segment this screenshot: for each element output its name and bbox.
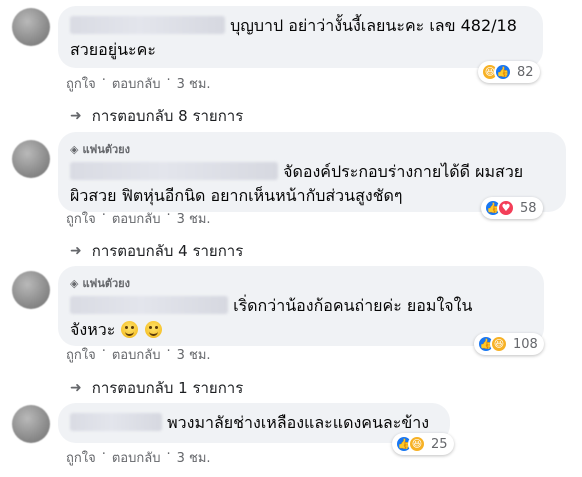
comment-text-line: จัดองค์ประกอบร่างกายได้ดี ผมสวย <box>70 160 554 184</box>
separator-dot: · <box>101 447 106 462</box>
timestamp[interactable]: 3 ชม. <box>177 208 211 229</box>
comment-actions: ถูกใจ · ตอบกลับ · 3 ชม. <box>66 73 211 94</box>
reaction-summary[interactable]: 👍 😆 25 <box>392 433 454 455</box>
comment-text-line: เริ่ดกว่าน้องก้อคนถ่ายค่ะ ยอมใจใน <box>70 294 532 318</box>
reply-arrow-icon: ➜ <box>70 243 82 259</box>
comment-actions: ถูกใจ · ตอบกลับ · 3 ชม. <box>66 208 211 229</box>
like-link[interactable]: ถูกใจ <box>66 344 96 365</box>
smile-emoji-icon <box>144 321 162 338</box>
view-replies-link[interactable]: ➜ การตอบกลับ 1 รายการ <box>70 376 243 400</box>
replies-count-label: การตอบกลับ 8 รายการ <box>91 107 244 125</box>
reply-link[interactable]: ตอบกลับ <box>112 344 161 365</box>
separator-dot: · <box>101 208 106 223</box>
author-name-blurred[interactable] <box>70 413 162 431</box>
diamond-icon: ◈ <box>70 276 79 290</box>
reply-link[interactable]: ตอบกลับ <box>112 73 161 94</box>
author-name-blurred[interactable] <box>70 162 278 180</box>
like-link[interactable]: ถูกใจ <box>66 208 96 229</box>
replies-count-label: การตอบกลับ 4 รายการ <box>91 242 244 260</box>
reaction-count: 58 <box>520 200 537 216</box>
like-reaction-icon: 👍 <box>494 63 512 81</box>
haha-reaction-icon: 😆 <box>408 435 426 453</box>
separator-dot: · <box>166 344 171 359</box>
reply-link[interactable]: ตอบกลับ <box>112 208 161 229</box>
separator-dot: · <box>166 208 171 223</box>
view-replies-link[interactable]: ➜ การตอบกลับ 4 รายการ <box>70 239 243 263</box>
reaction-count: 82 <box>517 64 534 80</box>
avatar[interactable] <box>12 271 50 309</box>
comment-thread: บุญบาป อย่าว่างั้นงี้เลยนะคะ เลข 482/18 … <box>0 0 582 477</box>
reply-link[interactable]: ตอบกลับ <box>112 447 161 468</box>
author-name-blurred[interactable] <box>70 296 228 314</box>
reply-arrow-icon: ➜ <box>70 380 82 396</box>
top-fan-badge: ◈ แฟนตัวยง <box>70 140 554 158</box>
replies-count-label: การตอบกลับ 1 รายการ <box>91 379 244 397</box>
comment-bubble: บุญบาป อย่าว่างั้นงี้เลยนะคะ เลข 482/18 … <box>58 6 543 68</box>
avatar[interactable] <box>12 140 50 178</box>
love-reaction-icon: ♥ <box>497 199 515 217</box>
timestamp[interactable]: 3 ชม. <box>177 447 211 468</box>
separator-dot: · <box>101 73 106 88</box>
reaction-count: 25 <box>431 436 448 452</box>
reaction-summary[interactable]: 😆 👍 82 <box>478 61 540 83</box>
comment-text-line: จังหวะ <box>70 318 532 342</box>
avatar[interactable] <box>12 8 50 46</box>
reaction-summary[interactable]: 👍 😆 108 <box>474 333 544 355</box>
comment-bubble: พวงมาลัยช่างเหลืองและแดงคนละข้าง <box>58 403 450 443</box>
comment-actions: ถูกใจ · ตอบกลับ · 3 ชม. <box>66 447 211 468</box>
comment-actions: ถูกใจ · ตอบกลับ · 3 ชม. <box>66 344 211 365</box>
author-name-blurred[interactable] <box>70 16 225 34</box>
like-link[interactable]: ถูกใจ <box>66 447 96 468</box>
haha-reaction-icon: 😆 <box>490 335 508 353</box>
reaction-summary[interactable]: 👍 ♥ 58 <box>481 197 543 219</box>
comment-bubble: ◈ แฟนตัวยง เริ่ดกว่าน้องก้อคนถ่ายค่ะ ยอม… <box>58 266 544 346</box>
separator-dot: · <box>166 73 171 88</box>
avatar[interactable] <box>12 405 50 443</box>
comment-text-line: สวยอยู่นะคะ <box>70 40 156 59</box>
separator-dot: · <box>101 344 106 359</box>
separator-dot: · <box>166 447 171 462</box>
smile-emoji-icon <box>121 321 139 338</box>
comment-text-line: บุญบาป อย่าว่างั้นงี้เลยนะคะ เลข 482/18 <box>70 14 531 38</box>
view-replies-link[interactable]: ➜ การตอบกลับ 8 รายการ <box>70 104 243 128</box>
top-fan-label: แฟนตัวยง <box>82 277 131 290</box>
top-fan-badge: ◈ แฟนตัวยง <box>70 274 532 292</box>
comment-text-line: พวงมาลัยช่างเหลืองและแดงคนละข้าง <box>70 411 438 435</box>
timestamp[interactable]: 3 ชม. <box>177 73 211 94</box>
top-fan-label: แฟนตัวยง <box>82 143 131 156</box>
diamond-icon: ◈ <box>70 142 79 156</box>
reply-arrow-icon: ➜ <box>70 108 82 124</box>
reaction-count: 108 <box>513 336 538 352</box>
like-link[interactable]: ถูกใจ <box>66 73 96 94</box>
timestamp[interactable]: 3 ชม. <box>177 344 211 365</box>
